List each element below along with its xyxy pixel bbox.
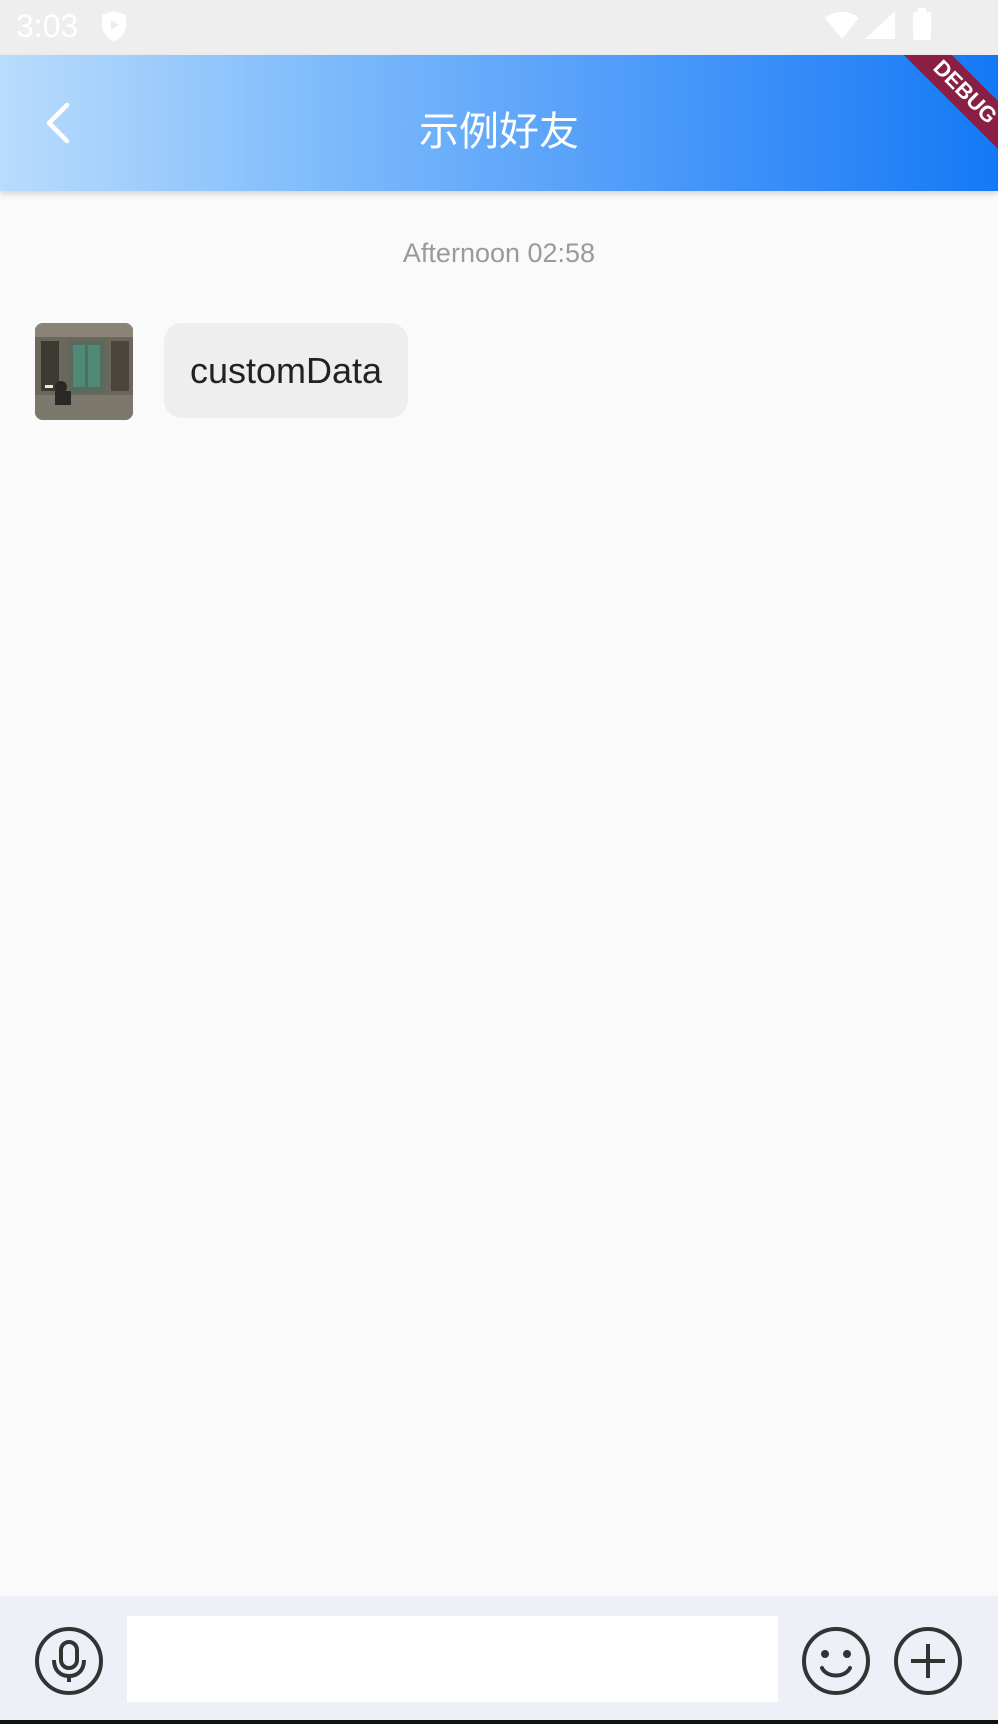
shield-icon [100,10,128,46]
more-button[interactable] [893,1626,963,1696]
status-time: 3:03 [16,8,79,44]
signal-icon [864,10,896,44]
status-bar: 3:03 [0,0,998,55]
message-text: customData [190,350,383,391]
battery-icon [912,8,932,44]
page-title: 示例好友 [419,109,579,155]
plus-circle-icon [894,1627,962,1695]
message-input[interactable] [127,1616,778,1702]
voice-button[interactable] [34,1626,104,1696]
app-bar: 示例好友 DEBUG [0,55,998,191]
smiley-icon [802,1627,870,1695]
nav-divider [0,1720,998,1724]
wifi-icon [824,10,860,44]
emoji-button[interactable] [801,1626,871,1696]
input-bar [0,1596,998,1722]
message-bubble[interactable]: customData [164,323,409,418]
message-timestamp: Afternoon 02:58 [402,238,596,268]
microphone-icon [35,1627,103,1695]
avatar[interactable] [35,323,133,420]
